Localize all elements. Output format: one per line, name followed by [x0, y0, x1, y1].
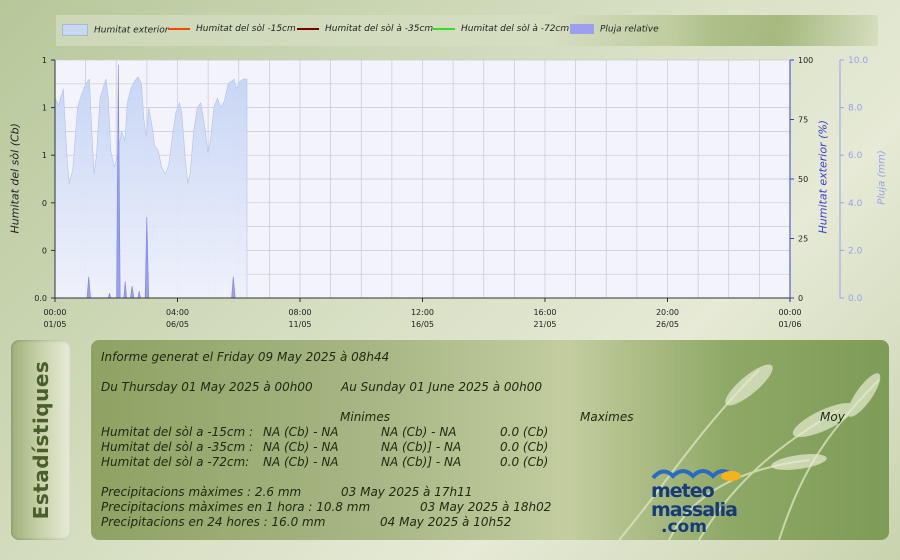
- row-label: Humitat del sòl a -15cm :: [101, 425, 254, 439]
- right-rain-tick-label: 4.0: [848, 199, 863, 209]
- right-humidity-tick-label: 25: [798, 235, 808, 244]
- left-tick-label: 1: [42, 104, 47, 113]
- right-humidity-tick-label: 50: [798, 175, 808, 184]
- column-moy: Moy: [820, 410, 845, 424]
- left-tick-label: 1: [42, 56, 47, 65]
- left-tick-label: 1: [42, 151, 47, 160]
- report-generated: Informe generat el Friday 09 May 2025 à …: [101, 350, 390, 364]
- left-tick-label: 0: [42, 246, 47, 255]
- right-rain-tick-label: 8.0: [848, 104, 863, 114]
- x-tick-date-label: 21/05: [533, 320, 556, 329]
- row-max: NA (Cb)] - NA: [381, 440, 462, 454]
- x-tick-time-label: 00:00: [43, 308, 66, 317]
- precip-max-date: 03 May 2025 à 17h11: [341, 485, 473, 499]
- right-humidity-tick-label: 75: [798, 116, 808, 125]
- row-max: NA (Cb) - NA: [381, 425, 457, 439]
- x-tick-time-label: 20:00: [656, 308, 679, 317]
- x-tick-date-label: 01/05: [43, 320, 66, 329]
- row-avg: 0.0 (Cb): [500, 440, 549, 454]
- row-avg: 0.0 (Cb): [500, 425, 549, 439]
- column-maximes: Maximes: [580, 410, 634, 424]
- x-tick-date-label: 11/05: [288, 320, 311, 329]
- x-tick-date-label: 06/05: [166, 320, 189, 329]
- range-from: Du Thursday 01 May 2025 à 00h00: [101, 380, 313, 394]
- column-minimes: Minimes: [340, 410, 390, 424]
- right-humidity-tick-label: 0: [798, 294, 803, 303]
- statistics-panel: Informe generat el Friday 09 May 2025 à …: [91, 340, 889, 540]
- x-tick-time-label: 00:00: [778, 308, 801, 317]
- chart-canvas: 111000.0100755025010.08.06.04.02.00.000:…: [34, 56, 868, 329]
- range-to: Au Sunday 01 June 2025 à 00h00: [341, 380, 543, 394]
- precip-max-1h: Precipitacions màximes en 1 hora : 10.8 …: [101, 500, 371, 514]
- row-min: NA (Cb) - NA: [263, 440, 339, 454]
- precip-max: Precipitacions màximes : 2.6 mm: [101, 485, 302, 499]
- precip-max-1h-date: 03 May 2025 à 18h02: [420, 500, 552, 514]
- statistics-tab-label: Estadístiques: [29, 360, 53, 520]
- x-tick-time-label: 04:00: [166, 308, 189, 317]
- x-tick-date-label: 16/05: [411, 320, 434, 329]
- x-tick-date-label: 01/06: [778, 320, 801, 329]
- logo-word-com: .com: [661, 517, 707, 537]
- row-max: NA (Cb)] - NA: [381, 455, 462, 469]
- statistics-tab[interactable]: Estadístiques: [11, 340, 71, 540]
- precip-24h: Precipitacions en 24 hores : 16.0 mm: [101, 515, 326, 529]
- x-tick-time-label: 12:00: [411, 308, 434, 317]
- precip-24h-date: 04 May 2025 à 10h52: [380, 515, 512, 529]
- right-humidity-tick-label: 100: [798, 56, 813, 65]
- row-min: NA (Cb) - NA: [263, 455, 339, 469]
- right-rain-tick-label: 0.0: [848, 294, 863, 304]
- row-avg: 0.0 (Cb): [500, 455, 549, 469]
- x-tick-time-label: 16:00: [533, 308, 556, 317]
- right-rain-tick-label: 10.0: [848, 56, 868, 66]
- right-rain-tick-label: 2.0: [848, 246, 863, 256]
- row-min: NA (Cb) - NA: [263, 425, 339, 439]
- meteo-massalia-logo[interactable]: meteo massalia .com: [651, 469, 761, 540]
- left-tick-label: 0.0: [34, 294, 47, 303]
- right-rain-tick-label: 6.0: [848, 151, 863, 161]
- x-tick-time-label: 08:00: [288, 308, 311, 317]
- left-tick-label: 0: [42, 199, 47, 208]
- row-label: Humitat del sòl a -35cm :: [101, 440, 254, 454]
- row-label: Humitat del sòl a -72cm:: [101, 455, 250, 469]
- x-tick-date-label: 26/05: [656, 320, 679, 329]
